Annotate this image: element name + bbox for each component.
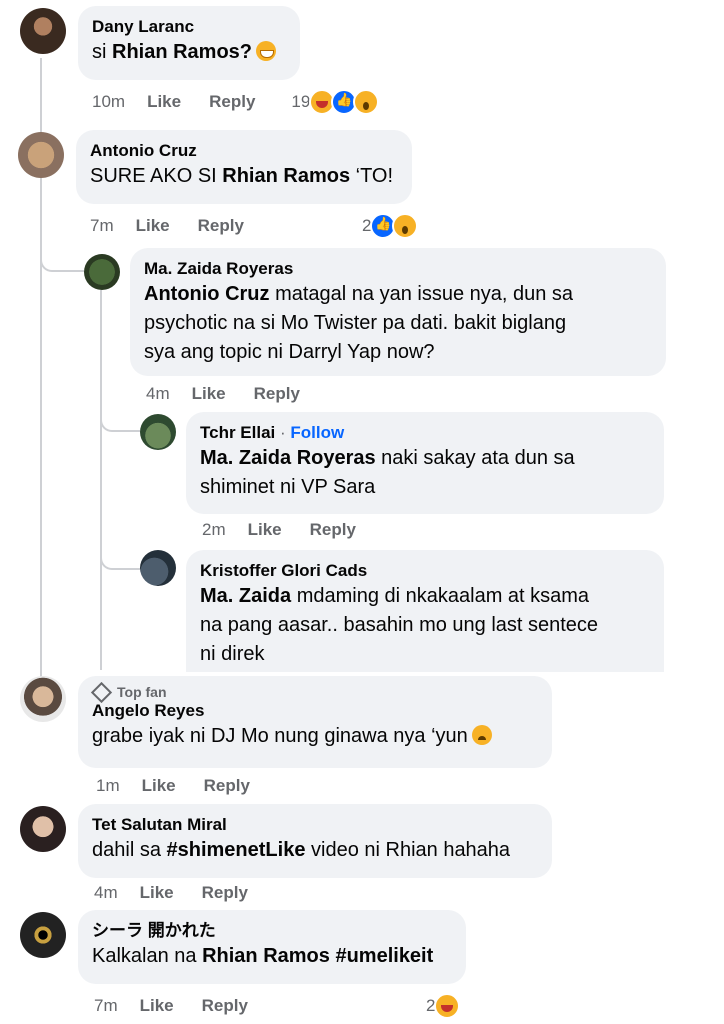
comment-actions: 10m Like Reply 19 <box>92 89 380 115</box>
comment-bubble: シーラ 開かれた Kalkalan na Rhian Ramos #umelik… <box>78 910 466 984</box>
reply-button[interactable]: Reply <box>202 883 248 903</box>
like-button[interactable]: Like <box>192 384 226 404</box>
avatar[interactable] <box>20 676 66 722</box>
haha-icon <box>434 993 461 1019</box>
comment-time[interactable]: 4m <box>146 384 170 404</box>
comment-text: grabe iyak ni DJ Mo nung ginawa nya ‘yun <box>92 722 538 751</box>
comment-text: si Rhian Ramos? <box>92 38 286 67</box>
reactions-summary[interactable]: 19 <box>291 89 380 115</box>
thread-connector <box>40 240 84 272</box>
comment-text: Kalkalan na Rhian Ramos #umelikeit <box>92 945 434 967</box>
crying-emoji-icon <box>471 725 492 745</box>
comment-author[interactable]: Kristoffer Glori Cads <box>200 560 650 582</box>
comment-bubble: Ma. Zaida Royeras Antonio Cruz matagal n… <box>130 248 666 376</box>
comment-time[interactable]: 4m <box>94 883 118 903</box>
avatar[interactable] <box>20 8 66 54</box>
like-button[interactable]: Like <box>147 92 181 112</box>
wow-icon <box>392 213 419 239</box>
mention-link[interactable]: Antonio Cruz <box>144 283 270 305</box>
comment-author[interactable]: Dany Laranc <box>92 16 286 38</box>
mention-link[interactable]: Ma. Zaida <box>200 585 291 607</box>
comment-author[interactable]: Angelo Reyes <box>92 700 538 722</box>
comment-time[interactable]: 10m <box>92 92 125 112</box>
avatar[interactable] <box>140 550 176 586</box>
comment-author[interactable]: シーラ 開かれた <box>92 920 452 942</box>
follow-button[interactable]: Follow <box>290 423 344 442</box>
comment-time[interactable]: 7m <box>94 996 118 1016</box>
comment-text: dahil sa #shimenetLike video ni Rhian ha… <box>92 839 511 861</box>
comment-time[interactable]: 2m <box>202 520 226 540</box>
thread-connector <box>100 400 140 432</box>
wow-icon <box>353 89 380 115</box>
comment-actions: 1m Like Reply <box>96 776 278 796</box>
reply-button[interactable]: Reply <box>198 216 244 236</box>
comment-time[interactable]: 7m <box>90 216 114 236</box>
mention-link[interactable]: Ma. Zaida Royeras <box>200 447 376 469</box>
comment-actions: 7m Like Reply 2 <box>90 213 419 239</box>
top-fan-badge: Top fan <box>90 681 538 703</box>
like-button[interactable]: Like <box>140 996 174 1016</box>
avatar[interactable] <box>140 414 176 450</box>
reply-button[interactable]: Reply <box>310 520 356 540</box>
comment-bubble: Tchr Ellai · Follow Ma. Zaida Royeras na… <box>186 412 664 514</box>
comment-text: Ma. Zaida mdaming di nkakaalam at ksama … <box>200 585 599 665</box>
comment-actions: 2m Like Reply <box>202 520 384 540</box>
like-button[interactable]: Like <box>140 883 174 903</box>
author-name[interactable]: Tchr Ellai <box>200 423 275 442</box>
comment-actions: 4m Like Reply <box>94 883 276 903</box>
comment-actions: 7m Like Reply 2 <box>94 993 461 1019</box>
like-button[interactable]: Like <box>248 520 282 540</box>
comment-bubble: Antonio Cruz SURE AKO SI Rhian Ramos ‘TO… <box>76 130 412 204</box>
comment-time[interactable]: 1m <box>96 776 120 796</box>
reaction-count: 19 <box>291 92 311 111</box>
reactions-summary[interactable]: 2 <box>426 993 461 1019</box>
comment-text: Ma. Zaida Royeras naki sakay ata dun sa … <box>200 447 575 498</box>
comment-bubble: Kristoffer Glori Cads Ma. Zaida mdaming … <box>186 550 664 672</box>
like-button[interactable]: Like <box>142 776 176 796</box>
like-button[interactable]: Like <box>136 216 170 236</box>
comment-actions: 4m Like Reply <box>146 384 328 404</box>
avatar[interactable] <box>84 254 120 290</box>
hashtag-link[interactable]: #shimenetLike <box>167 839 306 861</box>
comment-bubble: Tet Salutan Miral dahil sa #shimenetLike… <box>78 804 552 878</box>
comment-bubble: Top fan Angelo Reyes grabe iyak ni DJ Mo… <box>78 676 552 768</box>
reply-button[interactable]: Reply <box>254 384 300 404</box>
reply-button[interactable]: Reply <box>204 776 250 796</box>
reply-button[interactable]: Reply <box>209 92 255 112</box>
comment-text: SURE AKO SI Rhian Ramos ‘TO! <box>90 165 394 187</box>
grinning-emoji-icon <box>256 41 277 61</box>
thread-connector <box>100 540 140 570</box>
avatar[interactable] <box>20 912 66 958</box>
avatar[interactable] <box>20 806 66 852</box>
thread-line <box>100 290 102 670</box>
separator: · <box>275 423 291 442</box>
comment-author[interactable]: Ma. Zaida Royeras <box>144 258 652 280</box>
comment-text: Antonio Cruz matagal na yan issue nya, d… <box>144 283 574 363</box>
comment-author[interactable]: Tet Salutan Miral <box>92 814 538 836</box>
comment-author: Tchr Ellai · Follow <box>200 422 650 444</box>
comment-bubble: Dany Laranc si Rhian Ramos? <box>78 6 300 80</box>
reactions-summary[interactable]: 2 <box>362 213 419 239</box>
hashtag-link[interactable]: #umelikeit <box>335 945 433 967</box>
avatar[interactable] <box>18 132 64 178</box>
reply-button[interactable]: Reply <box>202 996 248 1016</box>
comment-author[interactable]: Antonio Cruz <box>90 140 398 162</box>
